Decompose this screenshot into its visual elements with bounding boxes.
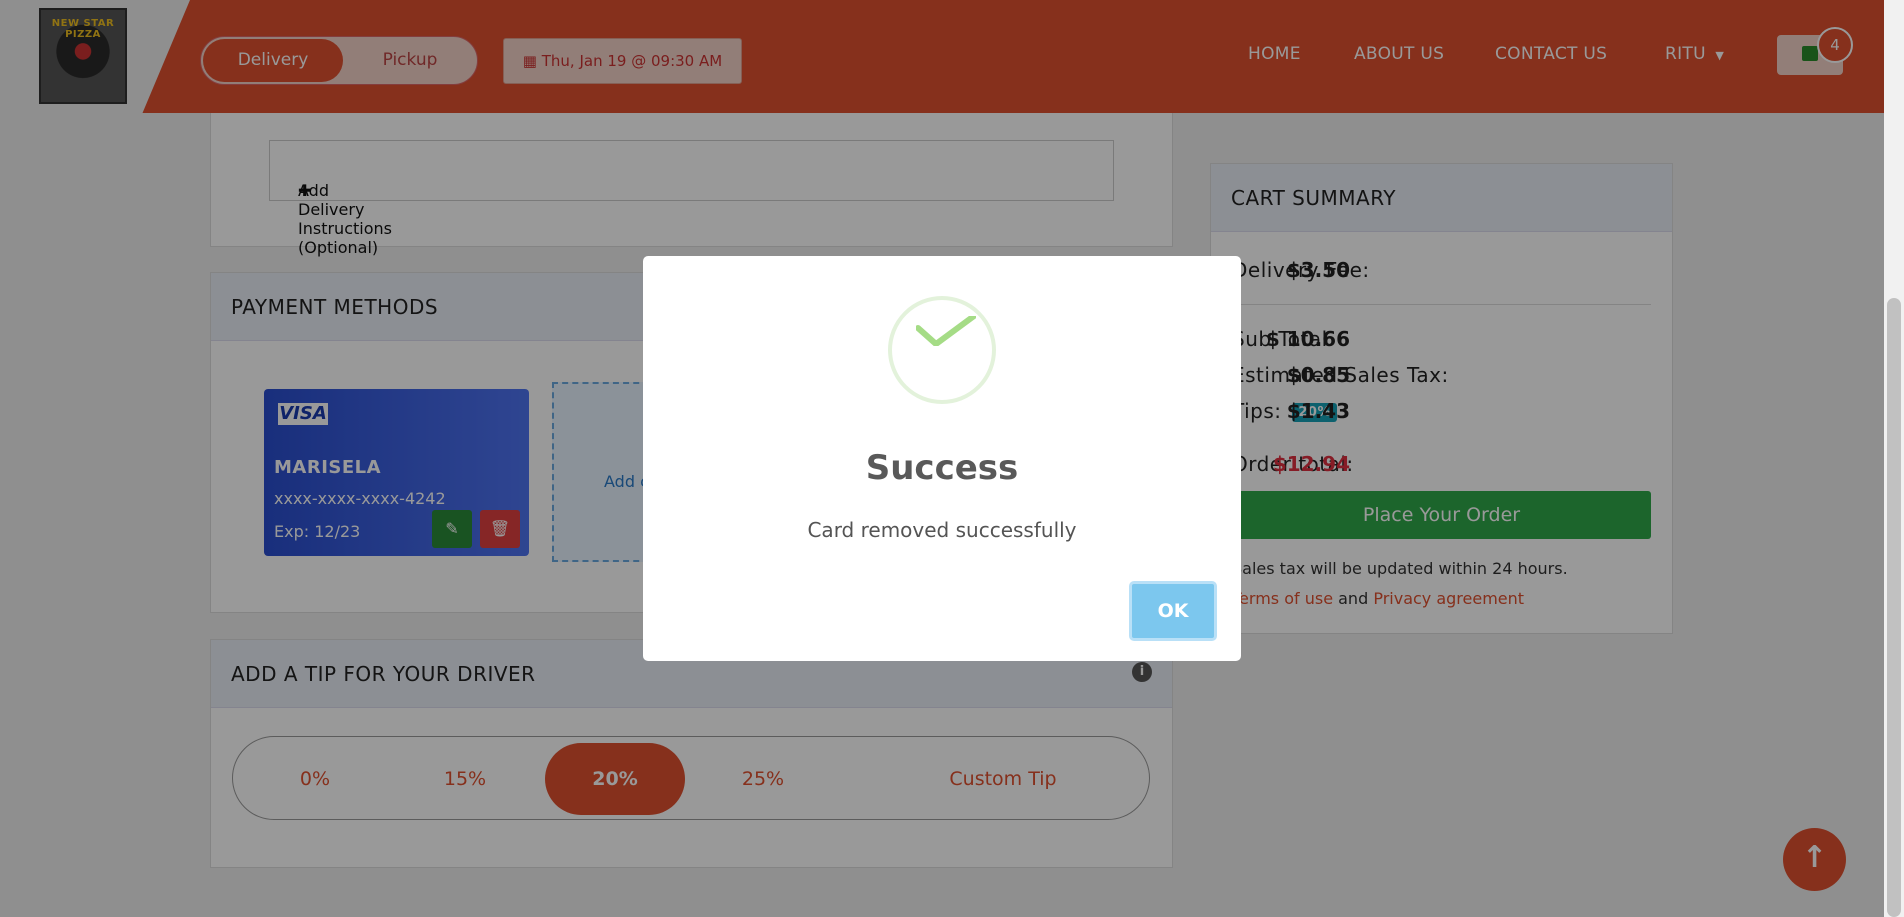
scrollbar-thumb[interactable] <box>1887 298 1901 917</box>
dialog-title: Success <box>865 448 1019 488</box>
success-check-icon <box>888 296 996 404</box>
success-dialog: Success Card removed successfully OK <box>643 256 1241 661</box>
checkmark-icon <box>916 316 976 346</box>
ok-button[interactable]: OK <box>1129 581 1217 641</box>
dialog-message: Card removed successfully <box>807 518 1077 542</box>
